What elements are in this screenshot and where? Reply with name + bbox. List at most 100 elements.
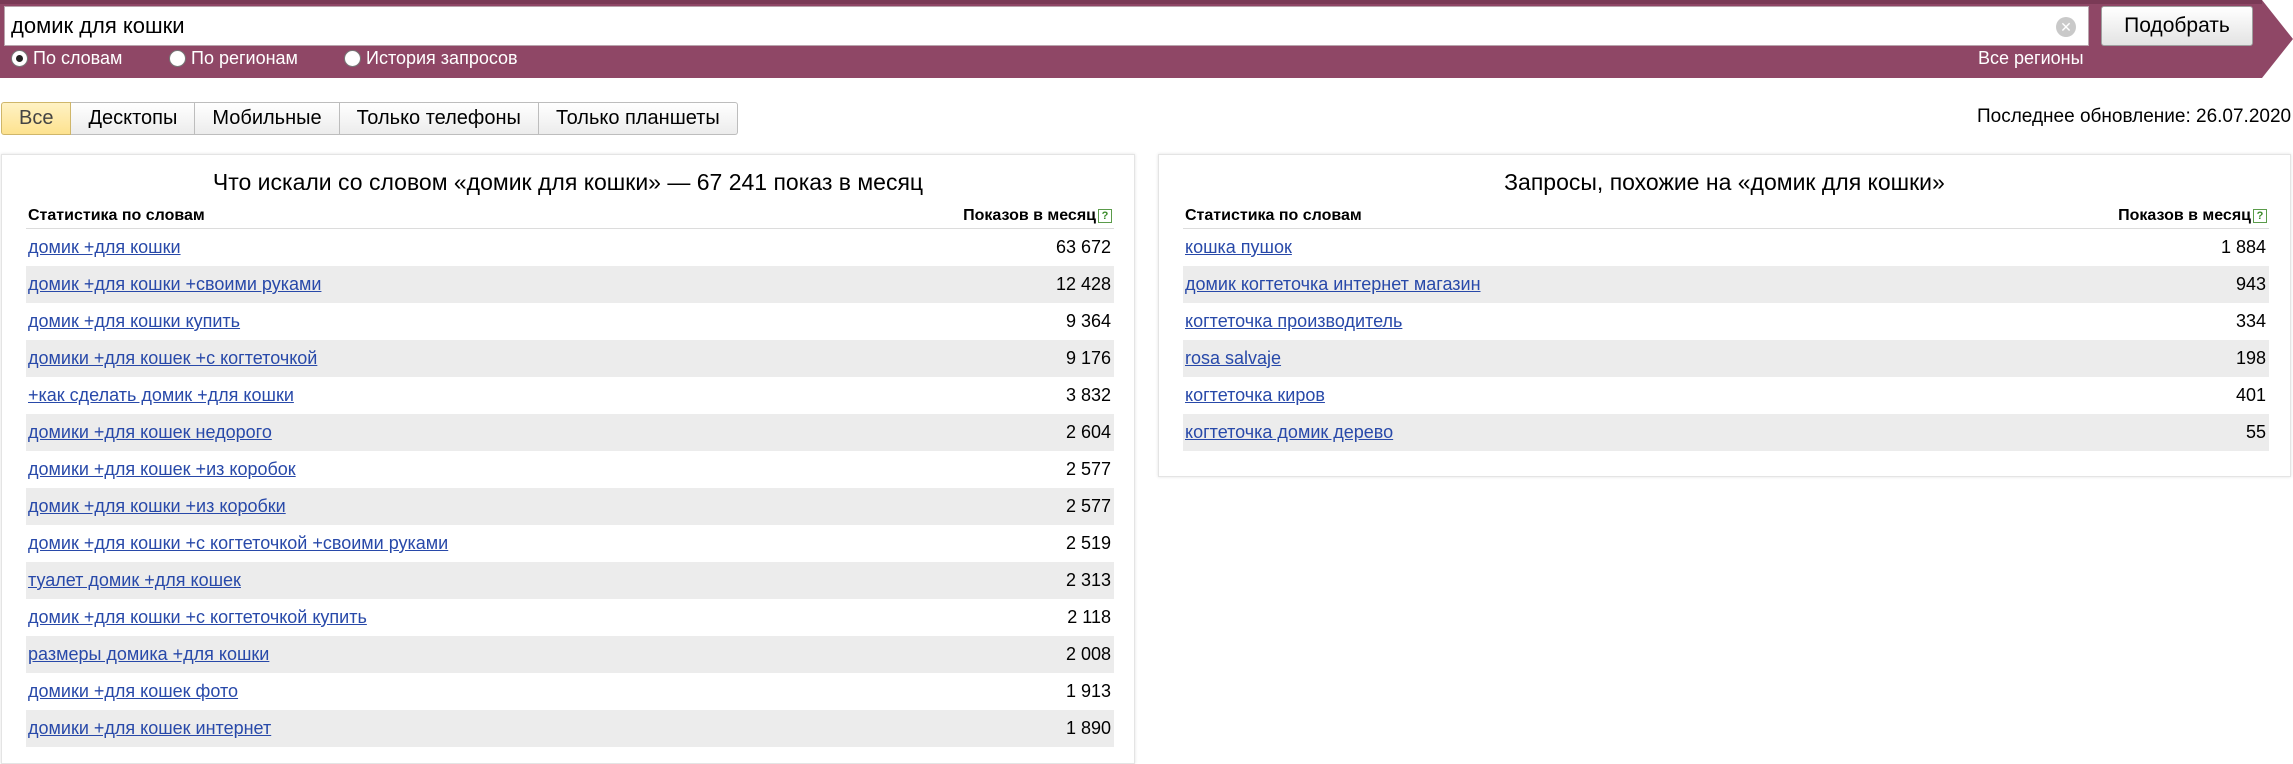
impressions-count: 55 bbox=[2245, 422, 2266, 442]
word-stats-table: Статистика по словам Показов в месяц ? д… bbox=[26, 205, 1114, 747]
search-input[interactable] bbox=[11, 9, 2041, 43]
phrase-link[interactable]: домики +для кошек +из коробок bbox=[28, 459, 296, 480]
table-row: домик +для кошки +своими руками 12 428 bbox=[26, 266, 1114, 303]
radio-label: По регионам bbox=[191, 48, 298, 68]
column-header-phrase: Статистика по словам bbox=[28, 207, 205, 224]
phrase-link[interactable]: когтеточка домик дерево bbox=[1185, 422, 1393, 443]
phrase-link[interactable]: когтеточка производитель bbox=[1185, 311, 1402, 332]
table-row: домики +для кошек недорого 2 604 bbox=[26, 414, 1114, 451]
impressions-count: 63 672 bbox=[1055, 237, 1111, 257]
table-row: когтеточка домик дерево 55 bbox=[1183, 414, 2269, 451]
impressions-count: 2 519 bbox=[1065, 533, 1111, 553]
band-top-line bbox=[0, 0, 2262, 4]
phrase-link[interactable]: когтеточка киров bbox=[1185, 385, 1325, 406]
phrase-link[interactable]: домик +для кошки bbox=[28, 237, 181, 258]
phrase-link[interactable]: домик +для кошки +с когтеточкой купить bbox=[28, 607, 367, 628]
column-header-count: Показов в месяц ? bbox=[2118, 207, 2267, 225]
table-body: кошка пушок 1 884 домик когтеточка интерне… bbox=[1183, 229, 2269, 451]
radio-by-words[interactable]: По словам bbox=[11, 48, 122, 69]
radio-dot-icon[interactable] bbox=[344, 50, 361, 67]
panel-title: Что искали со словом «домик для кошки» —… bbox=[212, 169, 924, 195]
phrase-link[interactable]: домики +для кошек +с когтеточкой bbox=[28, 348, 317, 369]
table-row: домики +для кошек интернет 1 890 bbox=[26, 710, 1114, 747]
impressions-count: 2 313 bbox=[1065, 570, 1111, 590]
radio-dot-checked-icon[interactable] bbox=[11, 50, 28, 67]
similar-queries-panel: Запросы, похожие на «домик для кошки» Ст… bbox=[1158, 154, 2291, 477]
tab-tablets-only[interactable]: Только планшеты bbox=[538, 102, 738, 135]
radio-by-regions[interactable]: По регионам bbox=[169, 48, 298, 69]
impressions-count: 2 577 bbox=[1065, 496, 1111, 516]
phrase-link[interactable]: домики +для кошек интернет bbox=[28, 718, 271, 739]
phrase-link[interactable]: домик +для кошки +с когтеточкой +своими … bbox=[28, 533, 448, 554]
impressions-count: 2 118 bbox=[1067, 607, 1111, 627]
phrase-link[interactable]: домик +для кошки купить bbox=[28, 311, 240, 332]
table-row: домики +для кошек +с когтеточкой 9 176 bbox=[26, 340, 1114, 377]
table-header: Статистика по словам Показов в месяц ? bbox=[1183, 205, 2269, 229]
submit-button[interactable]: Подобрать bbox=[2101, 6, 2253, 46]
radio-label: По словам bbox=[33, 48, 123, 68]
phrase-link[interactable]: туалет домик +для кошек bbox=[28, 570, 241, 591]
table-row: домики +для кошек +из коробок 2 577 bbox=[26, 451, 1114, 488]
radio-label: История запросов bbox=[366, 48, 518, 68]
search-band: ✕ Подобрать По словам По регионам Истори… bbox=[0, 0, 2293, 78]
table-row: домик +для кошки купить 9 364 bbox=[26, 303, 1114, 340]
radio-history[interactable]: История запросов bbox=[344, 48, 518, 69]
impressions-count: 3 832 bbox=[1065, 385, 1111, 405]
impressions-count: 9 176 bbox=[1065, 348, 1111, 368]
column-header-phrase: Статистика по словам bbox=[1185, 207, 1362, 224]
table-row: кошка пушок 1 884 bbox=[1183, 229, 2269, 266]
impressions-count: 1 913 bbox=[1065, 681, 1111, 701]
phrase-link[interactable]: кошка пушок bbox=[1185, 237, 1292, 258]
last-update-text: Последнее обновление: 26.07.2020 bbox=[1977, 106, 2292, 127]
phrase-link[interactable]: домик +для кошки +своими руками bbox=[28, 274, 321, 295]
column-header-count: Показов в месяц ? bbox=[963, 207, 1112, 225]
similar-queries-table: Статистика по словам Показов в месяц ? к… bbox=[1183, 205, 2269, 451]
tab-desktops[interactable]: Десктопы bbox=[71, 102, 196, 135]
impressions-count: 2 604 bbox=[1065, 422, 1111, 442]
table-row: домик когтеточка интернет магазин 943 bbox=[1183, 266, 2269, 303]
panel-title: Запросы, похожие на «домик для кошки» bbox=[1504, 169, 1945, 195]
impressions-count: 943 bbox=[2235, 274, 2266, 294]
table-row: домик +для кошки +из коробки 2 577 bbox=[26, 488, 1114, 525]
phrase-link[interactable]: +как сделать домик +для кошки bbox=[28, 385, 294, 406]
table-row: когтеточка производитель 334 bbox=[1183, 303, 2269, 340]
table-row: домики +для кошек фото 1 913 bbox=[26, 673, 1114, 710]
table-row: размеры домика +для кошки 2 008 bbox=[26, 636, 1114, 673]
column-header-count-label: Показов в месяц bbox=[2118, 207, 2251, 224]
table-row: туалет домик +для кошек 2 313 bbox=[26, 562, 1114, 599]
help-icon[interactable]: ? bbox=[2253, 209, 2267, 223]
radio-dot-icon[interactable] bbox=[169, 50, 186, 67]
table-row: rosa salvaje 198 bbox=[1183, 340, 2269, 377]
table-row: домик +для кошки 63 672 bbox=[26, 229, 1114, 266]
phrase-link[interactable]: rosa salvaje bbox=[1185, 348, 1281, 369]
column-header-count-label: Показов в месяц bbox=[963, 207, 1096, 224]
phrase-link[interactable]: домики +для кошек фото bbox=[28, 681, 238, 702]
table-row: +как сделать домик +для кошки 3 832 bbox=[26, 377, 1114, 414]
word-stats-panel: Что искали со словом «домик для кошки» —… bbox=[1, 154, 1135, 764]
impressions-count: 9 364 bbox=[1065, 311, 1111, 331]
phrase-link[interactable]: домик когтеточка интернет магазин bbox=[1185, 274, 1481, 295]
clear-icon[interactable]: ✕ bbox=[2056, 17, 2076, 37]
device-tabs: Все Десктопы Мобильные Только телефоны Т… bbox=[1, 102, 738, 135]
tab-mobile[interactable]: Мобильные bbox=[195, 102, 340, 135]
table-row: домик +для кошки +с когтеточкой купить 2 … bbox=[26, 599, 1114, 636]
impressions-count: 1 884 bbox=[2220, 237, 2266, 257]
impressions-count: 334 bbox=[2235, 311, 2266, 331]
impressions-count: 401 bbox=[2235, 385, 2266, 405]
table-row: домик +для кошки +с когтеточкой +своими … bbox=[26, 525, 1114, 562]
help-icon[interactable]: ? bbox=[1098, 209, 1112, 223]
impressions-count: 198 bbox=[2235, 348, 2266, 368]
phrase-link[interactable]: домики +для кошек недорого bbox=[28, 422, 272, 443]
impressions-count: 2 577 bbox=[1065, 459, 1111, 479]
impressions-count: 1 890 bbox=[1065, 718, 1111, 738]
table-row: когтеточка киров 401 bbox=[1183, 377, 2269, 414]
impressions-count: 2 008 bbox=[1065, 644, 1111, 664]
table-header: Статистика по словам Показов в месяц ? bbox=[26, 205, 1114, 229]
tab-all[interactable]: Все bbox=[1, 102, 72, 135]
phrase-link[interactable]: домик +для кошки +из коробки bbox=[28, 496, 286, 517]
search-box: ✕ bbox=[4, 6, 2089, 46]
phrase-link[interactable]: размеры домика +для кошки bbox=[28, 644, 269, 665]
tab-phones-only[interactable]: Только телефоны bbox=[339, 102, 539, 135]
table-body: домик +для кошки 63 672 домик +для кошки +… bbox=[26, 229, 1114, 747]
all-regions-link[interactable]: Все регионы bbox=[1978, 48, 2084, 69]
